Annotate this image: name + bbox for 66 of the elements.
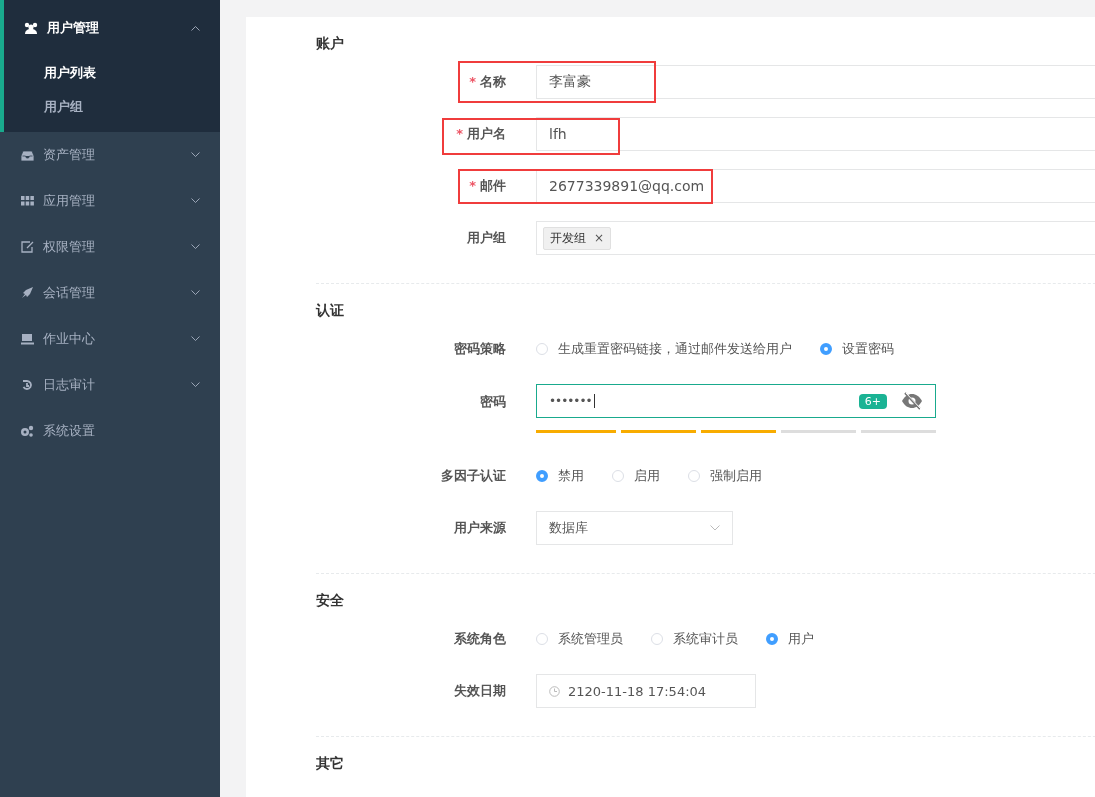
radio-label: 启用	[634, 467, 660, 485]
edit-icon	[20, 241, 34, 253]
radio-label: 系统审计员	[673, 630, 738, 648]
date-time-field[interactable]: 2120-11-18 17:54:04	[536, 674, 756, 708]
sidebar-menu-item[interactable]: 权限管理	[0, 224, 220, 270]
field-label: 用户组	[467, 229, 506, 247]
field-label: * 用户名	[456, 125, 506, 143]
password-value: •••••••	[549, 394, 595, 408]
users-icon	[24, 22, 38, 34]
field-label: 用户来源	[454, 519, 506, 537]
sidebar-menu-item[interactable]: 资产管理	[0, 132, 220, 178]
radio-button[interactable]	[820, 343, 832, 355]
tag-remove-button[interactable]: ×	[594, 231, 605, 245]
field-label: 密码	[480, 393, 506, 411]
text-input-field[interactable]: 李富豪	[536, 65, 1095, 99]
sidebar-menu-item[interactable]: 作业中心	[0, 316, 220, 362]
text-input-field[interactable]: 2677339891@qq.com	[536, 169, 1095, 203]
password-field[interactable]: ••••••• 6+	[536, 384, 936, 418]
submenu-item[interactable]: 用户列表	[4, 56, 220, 90]
chevron-down-icon	[710, 525, 720, 531]
select-value: 数据库	[549, 519, 588, 537]
field-label: * 邮件	[469, 177, 506, 195]
sidebar-menu-item[interactable]: 日志审计	[0, 362, 220, 408]
radio-button[interactable]	[536, 470, 548, 482]
sidebar-menu-item[interactable]: 会话管理	[0, 270, 220, 316]
chevron-icon	[191, 336, 200, 342]
source-select[interactable]: 数据库	[536, 511, 733, 545]
inbox-icon	[20, 149, 34, 161]
eye-slash-icon[interactable]	[901, 392, 923, 410]
section-title: 其它	[316, 755, 344, 773]
sidebar-menu-item[interactable]: 系统设置	[0, 408, 220, 454]
chevron-icon	[191, 244, 200, 250]
section-title: 安全	[316, 592, 344, 610]
radio-label: 系统管理员	[558, 630, 623, 648]
history-icon	[21, 379, 33, 391]
gears-icon	[20, 425, 34, 437]
radio-button[interactable]	[766, 633, 778, 645]
field-label: * 名称	[469, 73, 506, 91]
submenu-item[interactable]: 用户组	[4, 90, 220, 124]
chevron-icon	[191, 382, 200, 388]
chevron-icon	[191, 152, 200, 158]
radio-label: 用户	[788, 630, 814, 648]
field-label: 密码策略	[454, 340, 506, 358]
radio-label: 禁用	[558, 467, 584, 485]
field-label: 失效日期	[454, 682, 506, 700]
radio-label: 设置密码	[842, 340, 894, 358]
chevron-icon	[191, 290, 200, 296]
sidebar-menu-item[interactable]: 用户管理	[4, 0, 220, 56]
radio-label: 生成重置密码链接，通过邮件发送给用户	[558, 340, 792, 358]
field-label: 多因子认证	[441, 467, 506, 485]
radio-label: 强制启用	[710, 467, 762, 485]
field-label: 系统角色	[454, 630, 506, 648]
grid-icon	[20, 196, 34, 206]
tag: 开发组 ×	[543, 226, 612, 250]
text-input-field[interactable]: lfh	[536, 117, 1095, 151]
chevron-icon	[191, 198, 200, 204]
date-time-value: 2120-11-18 17:54:04	[568, 683, 707, 699]
laptop-icon	[20, 333, 34, 345]
rocket-icon	[21, 287, 33, 299]
section-title: 认证	[316, 302, 344, 320]
clock-icon	[549, 685, 560, 697]
chevron-icon	[191, 25, 200, 31]
tag-select-field[interactable]: 开发组 ×	[536, 221, 1095, 255]
length-badge: 6+	[858, 393, 887, 409]
section-title: 账户	[316, 35, 344, 53]
sidebar-menu-item[interactable]: 应用管理	[0, 178, 220, 224]
